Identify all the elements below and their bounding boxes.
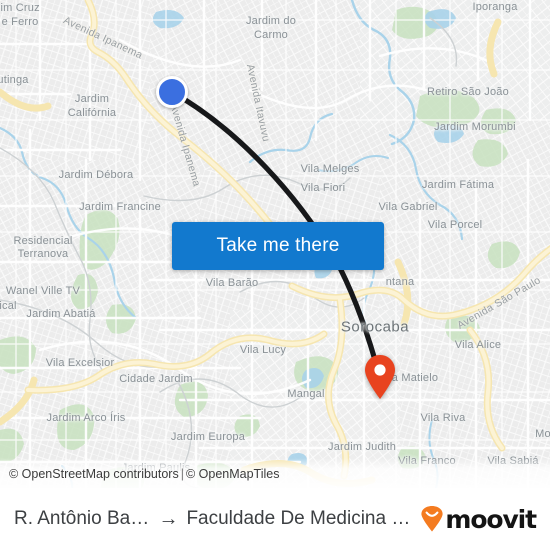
take-me-there-button[interactable]: Take me there [172, 222, 384, 270]
destination-label[interactable]: Faculdade De Medicina De Sor... [186, 508, 414, 530]
map-attribution: © OpenStreetMap contributors | © OpenMapTi… [9, 467, 279, 481]
destination-marker[interactable] [363, 354, 397, 400]
attribution-separator: | [180, 467, 184, 481]
arrow-right-icon: → [158, 508, 179, 530]
osm-attribution[interactable]: © OpenStreetMap contributors [9, 467, 179, 481]
map-canvas[interactable]: Avenida Ipanema Avenida Ipanema Avenida … [0, 0, 550, 488]
origin-label[interactable]: R. Antônio Basso,... [14, 508, 150, 530]
trip-summary-bar: R. Antônio Basso,... → Faculdade De Medi… [0, 488, 550, 550]
trip-endpoints: R. Antônio Basso,... → Faculdade De Medi… [14, 508, 414, 530]
openmaptiles-attribution[interactable]: © OpenMapTiles [186, 467, 280, 481]
moovit-pin-icon [421, 506, 443, 532]
moovit-route-screen: Avenida Ipanema Avenida Ipanema Avenida … [0, 0, 550, 550]
origin-marker[interactable] [156, 76, 188, 108]
map-pin-icon [365, 355, 395, 399]
moovit-logo[interactable]: moovit [420, 504, 537, 534]
moovit-wordmark: moovit [445, 504, 537, 534]
